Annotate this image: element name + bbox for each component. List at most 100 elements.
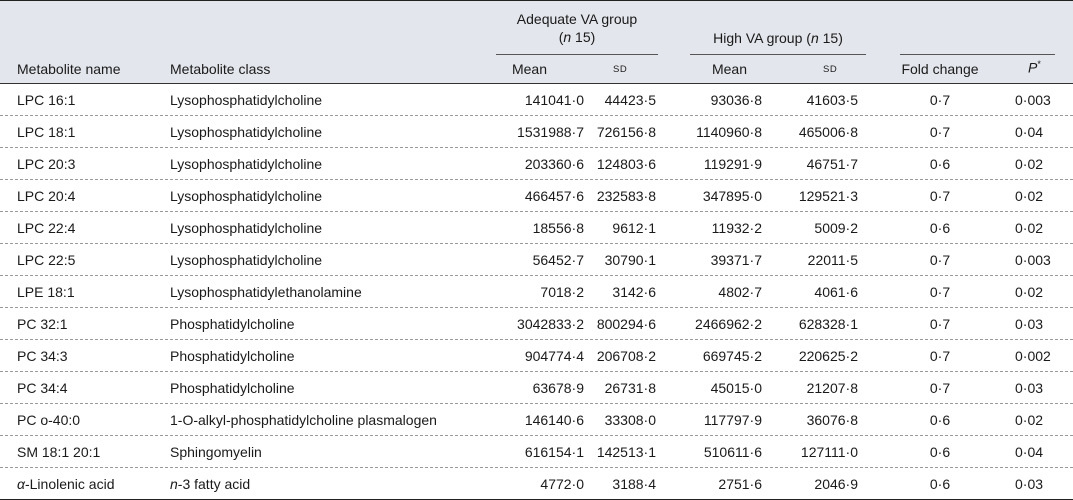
fold-change-cell: 0·7 bbox=[929, 316, 951, 332]
high-mean-cell: 4802·7 bbox=[718, 284, 762, 300]
metabolite-name-cell: LPC 20:4 bbox=[17, 188, 76, 204]
p-value-cell: 0·002 bbox=[1015, 348, 1051, 364]
metabolite-class-cell: Phosphatidylcholine bbox=[170, 316, 295, 332]
metabolite-class-cell: 1-O-alkyl-phosphatidylcholine plasmaloge… bbox=[170, 412, 437, 428]
high-sd-cell: 220625·2 bbox=[798, 348, 858, 364]
high-sd-header: SD bbox=[823, 64, 838, 75]
p-value-cell: 0·02 bbox=[1015, 188, 1044, 204]
high-sd-cell: 127111·0 bbox=[800, 444, 858, 460]
metabolite-class-cell: Lysophosphatidylcholine bbox=[170, 156, 323, 172]
metabolite-class-cell: n-3 fatty acid bbox=[170, 476, 251, 492]
fold-change-cell: 0·7 bbox=[929, 124, 951, 140]
p-value-cell: 0·02 bbox=[1015, 156, 1044, 172]
high-sd-cell: 5009·2 bbox=[814, 220, 858, 236]
adequate-va-group-header: Adequate VA group bbox=[516, 11, 638, 27]
table-row: α-Linolenic acid n-3 fatty acid 4772·0 3188… bbox=[0, 468, 1073, 500]
high-va-group-header: High VA group (n 15) bbox=[713, 30, 843, 46]
fold-change-cell: 0·7 bbox=[929, 380, 951, 396]
table-row: SM 18:1 20:1 Sphingomyelin 616154·1 142513·… bbox=[0, 436, 1073, 468]
metabolite-class-cell: Lysophosphatidylcholine bbox=[170, 92, 323, 108]
fold-change-cell: 0·6 bbox=[929, 220, 951, 236]
high-sd-cell: 36076·8 bbox=[806, 412, 858, 428]
p-value-cell: 0·02 bbox=[1015, 220, 1044, 236]
table-row: PC 34:4 Phosphatidylcholine 63678·9 26731·8… bbox=[0, 372, 1073, 404]
high-mean-cell: 2751·6 bbox=[718, 476, 762, 492]
fold-change-cell: 0·6 bbox=[929, 412, 951, 428]
table-row: LPC 20:3 Lysophosphatidylcholine 203360·6 1… bbox=[0, 148, 1073, 180]
metabolite-name-cell: α-Linolenic acid bbox=[17, 476, 115, 492]
adequate-mean-cell: 904774·4 bbox=[524, 348, 584, 364]
high-mean-cell: 45015·0 bbox=[710, 380, 762, 396]
adequate-sd-cell: 726156·8 bbox=[596, 124, 656, 140]
table-header: Adequate VA group (n 15) High VA group (… bbox=[0, 0, 1073, 84]
fold-change-cell: 0·7 bbox=[929, 252, 951, 268]
table-row: LPC 16:1 Lysophosphatidylcholine 141041·0 4… bbox=[0, 84, 1073, 116]
adequate-mean-cell: 4772·0 bbox=[540, 476, 584, 492]
metabolite-class-cell: Phosphatidylcholine bbox=[170, 348, 295, 364]
fold-group-underline bbox=[900, 54, 1055, 55]
adequate-mean-header: Mean bbox=[511, 61, 547, 77]
high-sd-cell: 46751·7 bbox=[806, 156, 858, 172]
adequate-mean-cell: 616154·1 bbox=[524, 444, 584, 460]
fold-change-cell: 0·6 bbox=[929, 444, 951, 460]
fold-change-cell: 0·6 bbox=[929, 476, 951, 492]
fold-change-cell: 0·7 bbox=[929, 188, 951, 204]
adequate-sd-cell: 30790·1 bbox=[604, 252, 656, 268]
metabolite-name-cell: SM 18:1 20:1 bbox=[17, 444, 101, 460]
metabolite-class-cell: Lysophosphatidylethanolamine bbox=[170, 284, 362, 300]
metabolite-table: Adequate VA group (n 15) High VA group (… bbox=[0, 0, 1073, 500]
high-sd-cell: 4061·6 bbox=[814, 284, 858, 300]
table-row: PC o-40:0 1-O-alkyl-phosphatidylcholine p… bbox=[0, 404, 1073, 436]
adequate-sd-header: SD bbox=[613, 64, 628, 75]
high-sd-cell: 465006·8 bbox=[798, 124, 858, 140]
metabolite-name-cell: LPE 18:1 bbox=[17, 284, 75, 300]
metabolite-name-cell: LPC 18:1 bbox=[17, 124, 76, 140]
adequate-sd-cell: 124803·6 bbox=[596, 156, 656, 172]
adequate-sd-cell: 44423·5 bbox=[604, 92, 656, 108]
adequate-sd-cell: 3142·6 bbox=[612, 284, 656, 300]
adequate-group-underline bbox=[496, 54, 658, 55]
high-mean-cell: 39371·7 bbox=[710, 252, 762, 268]
high-mean-cell: 119291·9 bbox=[703, 156, 762, 172]
adequate-sd-cell: 206708·2 bbox=[596, 348, 656, 364]
adequate-sd-cell: 800294·6 bbox=[596, 316, 656, 332]
fold-change-cell: 0·7 bbox=[929, 284, 951, 300]
p-value-cell: 0·02 bbox=[1015, 284, 1044, 300]
metabolite-name-cell: LPC 22:5 bbox=[17, 252, 76, 268]
metabolite-name-cell: LPC 22:4 bbox=[17, 220, 76, 236]
high-sd-cell: 22011·5 bbox=[807, 252, 858, 268]
p-value-cell: 0·03 bbox=[1015, 316, 1044, 332]
metabolite-name-cell: PC 34:4 bbox=[17, 380, 68, 396]
high-mean-cell: 347895·0 bbox=[702, 188, 762, 204]
adequate-mean-cell: 18556·8 bbox=[532, 220, 584, 236]
p-value-cell: 0·04 bbox=[1015, 444, 1044, 460]
adequate-sd-cell: 232583·8 bbox=[596, 188, 656, 204]
adequate-mean-cell: 3042833·2 bbox=[517, 316, 584, 332]
high-sd-cell: 129521·3 bbox=[798, 188, 858, 204]
high-sd-cell: 628328·1 bbox=[798, 316, 858, 332]
p-value-cell: 0·04 bbox=[1015, 124, 1044, 140]
metabolite-class-cell: Lysophosphatidylcholine bbox=[170, 188, 323, 204]
p-value-cell: 0·003 bbox=[1015, 252, 1051, 268]
metabolite-class-cell: Lysophosphatidylcholine bbox=[170, 220, 323, 236]
metabolite-class-cell: Sphingomyelin bbox=[170, 444, 262, 460]
metabolite-class-cell: Lysophosphatidylcholine bbox=[170, 124, 323, 140]
high-sd-cell: 2046·9 bbox=[814, 476, 858, 492]
fold-change-header: Fold change bbox=[901, 61, 979, 77]
metabolite-class-header: Metabolite class bbox=[170, 61, 271, 77]
metabolite-name-header: Metabolite name bbox=[17, 61, 121, 77]
high-sd-cell: 41603·5 bbox=[806, 92, 858, 108]
fold-change-cell: 0·6 bbox=[929, 156, 951, 172]
table-row: PC 32:1 Phosphatidylcholine 3042833·2 80029… bbox=[0, 308, 1073, 340]
metabolite-name-cell: PC 32:1 bbox=[17, 316, 68, 332]
high-mean-header: Mean bbox=[711, 61, 747, 77]
table-row: LPC 22:4 Lysophosphatidylcholine 18556·8 96… bbox=[0, 212, 1073, 244]
adequate-mean-cell: 141041·0 bbox=[524, 92, 584, 108]
high-group-underline bbox=[690, 54, 866, 55]
high-mean-cell: 2466962·2 bbox=[695, 316, 762, 332]
high-mean-cell: 1140960·8 bbox=[696, 124, 762, 140]
adequate-sd-cell: 26731·8 bbox=[604, 380, 656, 396]
metabolite-name-cell: PC o-40:0 bbox=[17, 412, 81, 428]
table-row: LPC 18:1 Lysophosphatidylcholine 1531988·7… bbox=[0, 116, 1073, 148]
p-value-cell: 0·03 bbox=[1015, 380, 1044, 396]
